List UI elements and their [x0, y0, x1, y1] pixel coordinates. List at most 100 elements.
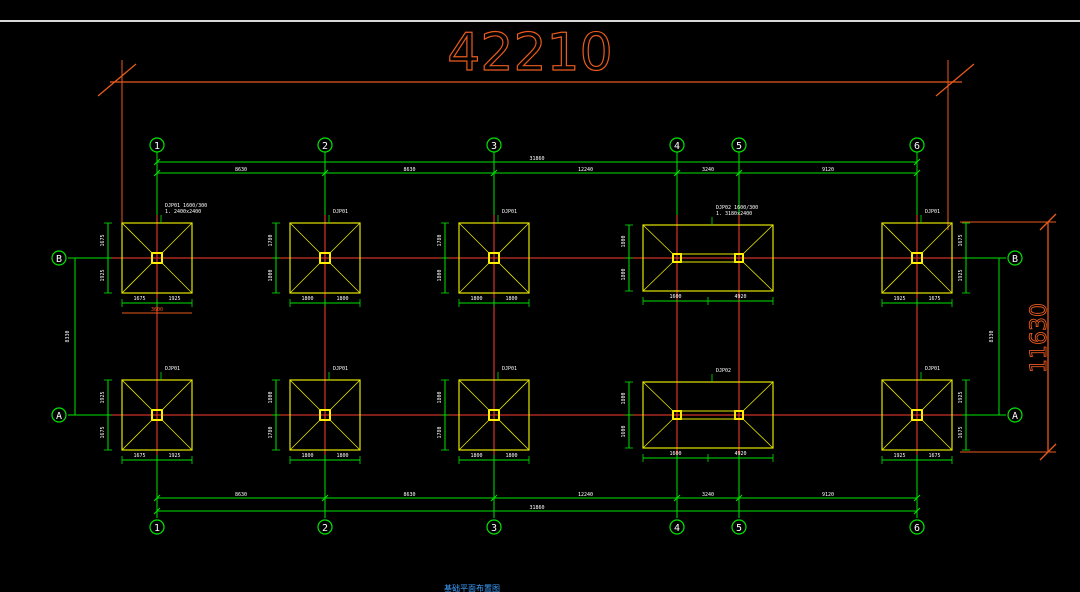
grid-bubble-label: B — [1012, 254, 1018, 265]
grid-bubble-label: 5 — [736, 141, 742, 152]
grid-bubble-4-bottom: 4 — [669, 519, 685, 535]
bottom-span-dimensions: 8630 8630 12240 3240 9120 — [153, 492, 921, 502]
grid-bubble-label: 2 — [322, 523, 328, 534]
grid-bubble-B-right: B — [1007, 250, 1023, 266]
grid-bubble-label: 3 — [491, 523, 497, 534]
span-label: 8630 — [235, 167, 247, 173]
grid-bubble-label: 1 — [154, 523, 160, 534]
grid-bubble-label: 6 — [914, 141, 920, 152]
footing-height-1: 1800 — [621, 392, 627, 404]
span-label: 12240 — [578, 492, 593, 498]
grid-bubble-A-left: A — [51, 407, 67, 423]
cad-drawing[interactable]: 42210 11630 DJP01 1600/3001. 2400x240016… — [0, 0, 1080, 592]
footing-label: DJP01 — [502, 366, 517, 372]
footing-height-1: 1925 — [100, 391, 106, 403]
grid-bubbles: 1 1 2 2 3 3 4 4 5 5 6 6 B B A A — [51, 137, 1023, 535]
overall-width-text: 42210 — [447, 23, 612, 83]
footing-label: 1. 3180x2400 — [716, 211, 752, 217]
grid-bubble-label: B — [56, 254, 62, 265]
footing-width-1: 1800 — [301, 453, 313, 459]
footing-width-2: 1800 — [505, 453, 517, 459]
footing-width-1: 1925 — [893, 453, 905, 459]
footing-height-2: 1780 — [437, 426, 443, 438]
grid-bubble-label: A — [56, 411, 62, 422]
overall-height-dimension: 11630 — [960, 213, 1057, 461]
row-spacing-label: 8330 — [989, 330, 995, 342]
footing-width-2: 1675 — [928, 453, 940, 459]
footing-height-2: 1800 — [621, 268, 627, 280]
span-label: 12240 — [578, 167, 593, 173]
top-span-dimensions: 8630 8630 12240 3240 9120 — [153, 167, 921, 177]
footing-height-2: 1675 — [100, 426, 106, 438]
grid-bubble-label: 1 — [154, 141, 160, 152]
grid-bubble-label: 2 — [322, 141, 328, 152]
grid-bubble-2-top: 2 — [317, 137, 333, 153]
footing-width-1: 1800 — [301, 296, 313, 302]
footing-b45: DJP02 1600/3001. 3180x24001600 4920180018… — [621, 205, 774, 305]
grid-bubble-3-bottom: 3 — [486, 519, 502, 535]
footing-height-2: 1600 — [621, 425, 627, 437]
footing-height-2: 1925 — [100, 269, 106, 281]
grid-lines — [68, 152, 1006, 518]
span-label: 9120 — [822, 492, 834, 498]
footing-width-1: 1800 — [470, 296, 482, 302]
footing-width-2: 4920 — [734, 451, 746, 457]
footing-label: DJP01 — [333, 209, 348, 215]
footing-height-1: 1675 — [100, 234, 106, 246]
footing-width-1: 1800 — [470, 453, 482, 459]
overall-width-dimension: 42210 — [97, 22, 975, 230]
span-label: 9120 — [822, 167, 834, 173]
footing-width-2: 4920 — [734, 294, 746, 300]
grid-bubble-label: 3 — [491, 141, 497, 152]
grid-bubble-label: 6 — [914, 523, 920, 534]
total-span-label: 31860 — [529, 505, 544, 511]
footing-height-1: 1780 — [268, 234, 274, 246]
footing-width-1: 1675 — [133, 296, 145, 302]
top-total-dimension: 31860 — [153, 156, 921, 166]
grid-bubble-3-top: 3 — [486, 137, 502, 153]
total-span-label: 31860 — [529, 156, 544, 162]
dimension-lines: 8630 8630 12240 3240 9120 8630 8630 12240 3240 91… — [65, 156, 1000, 515]
footing-width-2: 1925 — [168, 453, 180, 459]
grid-bubble-label: A — [1012, 411, 1018, 422]
footing-width-2: 1800 — [336, 296, 348, 302]
footing-width-1: 1925 — [893, 296, 905, 302]
span-label: 3240 — [702, 167, 714, 173]
footing-height-2: 1925 — [958, 269, 964, 281]
grid-bubble-label: 4 — [674, 141, 680, 152]
bottom-total-dimension: 31860 — [153, 505, 921, 515]
footing-label: DJP01 — [333, 366, 348, 372]
row-spacing-label: 8330 — [65, 330, 71, 342]
grid-bubble-4-top: 4 — [669, 137, 685, 153]
drawing-caption: 基础平面布置图 — [444, 583, 500, 592]
grid-bubble-5-bottom: 5 — [731, 519, 747, 535]
left-row-dimension: 8330 — [65, 258, 76, 415]
footing-label: DJP01 — [165, 366, 180, 372]
grid-bubble-6-top: 6 — [909, 137, 925, 153]
grid-bubble-1-top: 1 — [149, 137, 165, 153]
footing-height-2: 1800 — [437, 269, 443, 281]
span-label: 8630 — [403, 167, 415, 173]
grid-bubble-2-bottom: 2 — [317, 519, 333, 535]
footing-width-1: 1600 — [669, 294, 681, 300]
footing-height-1: 1925 — [958, 391, 964, 403]
span-label: 8630 — [403, 492, 415, 498]
span-label: 8630 — [235, 492, 247, 498]
footings: DJP01 1600/3001. 2400x24001675 1925167519… — [100, 203, 970, 464]
overall-height-text: 11630 — [1027, 303, 1052, 373]
footing-height-1: 1800 — [437, 391, 443, 403]
footing-height-2: 1780 — [268, 426, 274, 438]
footing-label: DJP01 — [502, 209, 517, 215]
grid-bubble-A-right: A — [1007, 407, 1023, 423]
footing-height-1: 1800 — [268, 391, 274, 403]
footing-width-1: 1675 — [133, 453, 145, 459]
grid-bubble-1-bottom: 1 — [149, 519, 165, 535]
footing-width-2: 1675 — [928, 296, 940, 302]
footing-width-1: 1600 — [669, 451, 681, 457]
grid-bubble-6-bottom: 6 — [909, 519, 925, 535]
span-label: 3240 — [702, 492, 714, 498]
footing-label: DJP01 — [925, 209, 940, 215]
footing-height-1: 1800 — [621, 235, 627, 247]
footing-width-2: 1800 — [336, 453, 348, 459]
footing-width-2: 1925 — [168, 296, 180, 302]
